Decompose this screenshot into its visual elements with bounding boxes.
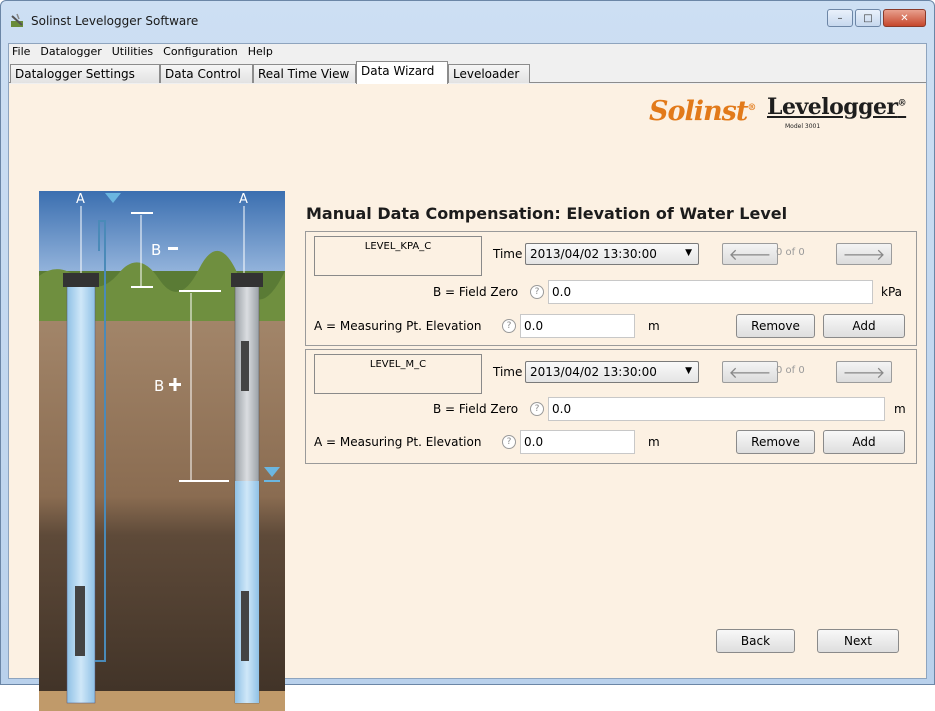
back-button[interactable]: Back [716, 629, 795, 653]
arrow-right-icon: 🡒 [842, 245, 886, 264]
tab-real-time-view[interactable]: Real Time View [253, 64, 356, 83]
field-zero-unit: m [894, 402, 906, 416]
minimize-button[interactable]: – [827, 9, 853, 27]
solinst-logo: Solinst® [649, 96, 756, 127]
menu-file[interactable]: File [9, 44, 35, 61]
mp-elevation-input[interactable]: 0.0 [520, 430, 635, 454]
time-select[interactable]: 2013/04/02 13:30:00 ▼ [525, 361, 699, 383]
data-wizard-page: Solinst® Levelogger® Model 3001 A A B B … [9, 84, 926, 711]
next-button[interactable]: Next [817, 629, 899, 653]
page-heading: Manual Data Compensation: Elevation of W… [306, 204, 788, 223]
app-icon [11, 13, 23, 27]
remove-button[interactable]: Remove [736, 430, 815, 454]
next-record-button[interactable]: 🡒 [836, 243, 892, 265]
arrow-left-icon: 🡐 [728, 363, 772, 382]
remove-button[interactable]: Remove [736, 314, 815, 338]
menu-configuration[interactable]: Configuration [158, 44, 243, 61]
well-diagram: A A B B [39, 191, 285, 711]
help-icon[interactable]: ? [530, 285, 544, 299]
compensation-panel-m: LEVEL_M_C Time 2013/04/02 13:30:00 ▼ 🡐 0… [305, 349, 917, 464]
menu-help[interactable]: Help [243, 44, 278, 61]
help-icon[interactable]: ? [502, 435, 516, 449]
record-count: 0 of 0 [776, 247, 805, 258]
tab-datalogger-settings[interactable]: Datalogger Settings [10, 64, 160, 83]
add-button[interactable]: Add [823, 314, 905, 338]
window-title: Solinst Levelogger Software [31, 14, 199, 28]
field-zero-label: B = Field Zero [433, 285, 519, 299]
logger-name-label: LEVEL_KPA_C [314, 236, 482, 276]
tab-bar: Datalogger Settings Data Control Real Ti… [9, 61, 926, 84]
help-icon[interactable]: ? [530, 402, 544, 416]
mp-elevation-label: A = Measuring Pt. Elevation [314, 319, 482, 333]
field-zero-unit: kPa [881, 285, 902, 299]
arrow-right-icon: 🡒 [842, 363, 886, 382]
arrow-left-icon: 🡐 [728, 245, 772, 264]
label-b-minus: B [151, 241, 161, 259]
close-button[interactable]: ✕ [883, 9, 926, 27]
label-a-left: A [76, 192, 85, 207]
mp-elevation-input[interactable]: 0.0 [520, 314, 635, 338]
tab-data-wizard[interactable]: Data Wizard [356, 61, 448, 84]
app-window: Solinst Levelogger Software – □ ✕ File D… [0, 0, 935, 711]
mp-elevation-unit: m [648, 319, 660, 333]
mp-elevation-label: A = Measuring Pt. Elevation [314, 435, 482, 449]
menu-utilities[interactable]: Utilities [107, 44, 158, 61]
add-button[interactable]: Add [823, 430, 905, 454]
compensation-panel-kpa: LEVEL_KPA_C Time 2013/04/02 13:30:00 ▼ 🡐… [305, 231, 917, 346]
levelogger-logo: Levelogger® Model 3001 [767, 94, 907, 130]
label-a-right: A [239, 192, 248, 207]
time-select[interactable]: 2013/04/02 13:30:00 ▼ [525, 243, 699, 265]
maximize-button[interactable]: □ [855, 9, 881, 27]
record-count: 0 of 0 [776, 365, 805, 376]
next-record-button[interactable]: 🡒 [836, 361, 892, 383]
field-zero-input[interactable]: 0.0 [548, 280, 873, 304]
chevron-down-icon: ▼ [685, 366, 692, 376]
time-select-value: 2013/04/02 13:30:00 [530, 247, 657, 261]
mp-elevation-unit: m [648, 435, 660, 449]
menu-bar: File Datalogger Utilities Configuration … [9, 44, 926, 61]
time-label: Time [493, 247, 523, 261]
title-bar[interactable]: Solinst Levelogger Software – □ ✕ [1, 1, 934, 35]
time-label: Time [493, 365, 523, 379]
field-zero-label: B = Field Zero [433, 402, 519, 416]
prev-button[interactable]: 🡐 [722, 243, 778, 265]
tab-leveloader[interactable]: Leveloader [448, 64, 530, 83]
levelogger-model-text: Model 3001 [785, 123, 821, 130]
prev-button[interactable]: 🡐 [722, 361, 778, 383]
chevron-down-icon: ▼ [685, 248, 692, 258]
tab-data-control[interactable]: Data Control [160, 64, 253, 83]
levelogger-logo-text: Levelogger [767, 94, 898, 120]
solinst-logo-text: Solinst [649, 96, 748, 127]
label-b-plus: B [154, 377, 164, 395]
menu-datalogger[interactable]: Datalogger [35, 44, 106, 61]
time-select-value: 2013/04/02 13:30:00 [530, 365, 657, 379]
help-icon[interactable]: ? [502, 319, 516, 333]
field-zero-input[interactable]: 0.0 [548, 397, 885, 421]
logger-name-label: LEVEL_M_C [314, 354, 482, 394]
